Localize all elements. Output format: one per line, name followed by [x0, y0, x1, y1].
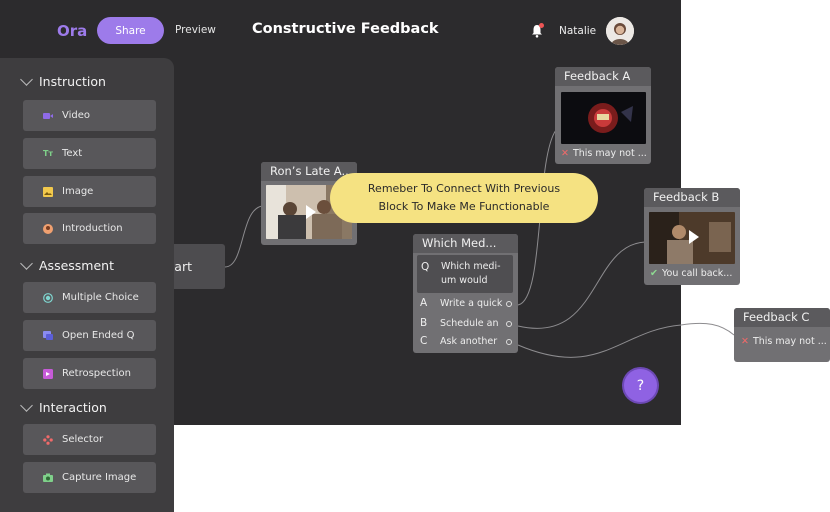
sidebar-item-introduction[interactable]: Introduction — [23, 213, 156, 244]
option-letter: A — [420, 297, 428, 309]
chevron-down-icon — [20, 257, 33, 270]
feedback-a-node[interactable]: Feedback A ✕ This may not ... — [555, 67, 651, 164]
image-icon — [43, 186, 53, 197]
question-text-line-1: Which medi- — [441, 261, 501, 272]
video-icon — [43, 111, 53, 121]
connector-port[interactable] — [506, 321, 512, 327]
checkmark-icon: ✔ — [650, 268, 658, 279]
option-a[interactable]: A Write a quick — [413, 296, 517, 312]
feedback-a-caption: ✕ This may not ... — [561, 148, 647, 159]
option-letter: C — [420, 335, 428, 347]
feedback-c-node[interactable]: Feedback C ✕ This may not ... — [734, 308, 830, 362]
feedback-b-caption: ✔ You call back... — [650, 268, 732, 279]
retrospection-icon — [43, 368, 53, 379]
chevron-down-icon — [20, 399, 33, 412]
ora-logo[interactable]: Ora — [57, 22, 87, 40]
x-icon: ✕ — [561, 148, 569, 159]
feedback-b-thumbnail — [649, 212, 735, 264]
feedback-b-node[interactable]: Feedback B ✔ You call back... — [644, 188, 740, 285]
user-name: Natalie — [559, 25, 597, 37]
selector-icon — [43, 434, 53, 445]
block-sidebar: Instruction Video Tт Text Image Introduc… — [0, 58, 174, 512]
section-label: Assessment — [39, 258, 114, 273]
sidebar-item-retrospection[interactable]: Retrospection — [23, 358, 156, 389]
option-b[interactable]: B Schedule an — [413, 316, 517, 332]
item-label: Video — [62, 110, 91, 121]
item-label: Capture Image — [62, 472, 137, 483]
introduction-icon — [43, 223, 53, 234]
sidebar-item-text[interactable]: Tт Text — [23, 138, 156, 169]
option-letter: B — [420, 317, 428, 329]
multiple-choice-icon — [43, 292, 53, 303]
chevron-down-icon — [20, 73, 33, 86]
item-label: Selector — [62, 434, 104, 445]
connector-port[interactable] — [506, 339, 512, 345]
section-instruction[interactable]: Instruction — [20, 73, 106, 89]
feedback-c-title: Feedback C — [734, 308, 830, 327]
chat-icon — [43, 330, 53, 341]
feedback-c-caption-text: This may not ... — [752, 336, 827, 347]
option-text: Schedule an — [440, 318, 499, 329]
text-icon: Tт — [42, 149, 54, 158]
sidebar-item-image[interactable]: Image — [23, 176, 156, 207]
connect-hint-tooltip: Remeber To Connect With Previous Block T… — [330, 173, 598, 223]
help-button[interactable]: ? — [624, 369, 657, 402]
section-assessment[interactable]: Assessment — [20, 257, 114, 273]
notification-badge — [539, 23, 544, 28]
option-text: Write a quick — [440, 298, 503, 309]
section-interaction[interactable]: Interaction — [20, 399, 107, 415]
feedback-b-title: Feedback B — [644, 188, 740, 207]
item-label: Image — [62, 186, 94, 197]
item-label: Text — [62, 148, 83, 159]
tooltip-line-1: Remeber To Connect With Previous — [367, 182, 561, 195]
camera-icon — [43, 473, 53, 483]
section-label: Instruction — [39, 74, 106, 89]
item-label: Introduction — [62, 223, 123, 234]
sidebar-item-capture-image[interactable]: Capture Image — [23, 462, 156, 493]
item-label: Open Ended Q — [62, 330, 135, 341]
sidebar-item-video[interactable]: Video — [23, 100, 156, 131]
sidebar-item-multiple-choice[interactable]: Multiple Choice — [23, 282, 156, 313]
connection-wire-c — [681, 322, 735, 336]
feedback-b-caption-text: You call back... — [661, 268, 733, 279]
share-button[interactable]: Share — [97, 17, 164, 44]
section-label: Interaction — [39, 400, 107, 415]
avatar[interactable] — [606, 17, 634, 45]
x-icon: ✕ — [741, 336, 749, 347]
sidebar-item-selector[interactable]: Selector — [23, 424, 156, 455]
feedback-a-title: Feedback A — [555, 67, 651, 86]
question-letter: Q — [421, 261, 430, 273]
option-c[interactable]: C Ask another — [413, 334, 517, 350]
question-text-line-2: um would — [441, 275, 488, 286]
item-label: Retrospection — [62, 368, 131, 379]
feedback-a-caption-text: This may not ... — [572, 148, 647, 159]
option-text: Ask another — [440, 336, 498, 347]
question-box: Q Which medi- um would — [417, 255, 513, 293]
item-label: Multiple Choice — [62, 292, 139, 303]
sidebar-item-open-ended[interactable]: Open Ended Q — [23, 320, 156, 351]
feedback-c-caption: ✕ This may not ... — [741, 336, 827, 347]
page-title: Constructive Feedback — [252, 21, 439, 37]
feedback-a-thumbnail — [561, 92, 646, 144]
question-node-title: Which Med... — [413, 234, 518, 253]
question-node[interactable]: Which Med... Q Which medi- um would A Wr… — [413, 234, 518, 353]
tooltip-line-2: Block To Make Me Functionable — [378, 200, 550, 213]
connector-port[interactable] — [506, 301, 512, 307]
preview-button[interactable]: Preview — [175, 24, 216, 36]
